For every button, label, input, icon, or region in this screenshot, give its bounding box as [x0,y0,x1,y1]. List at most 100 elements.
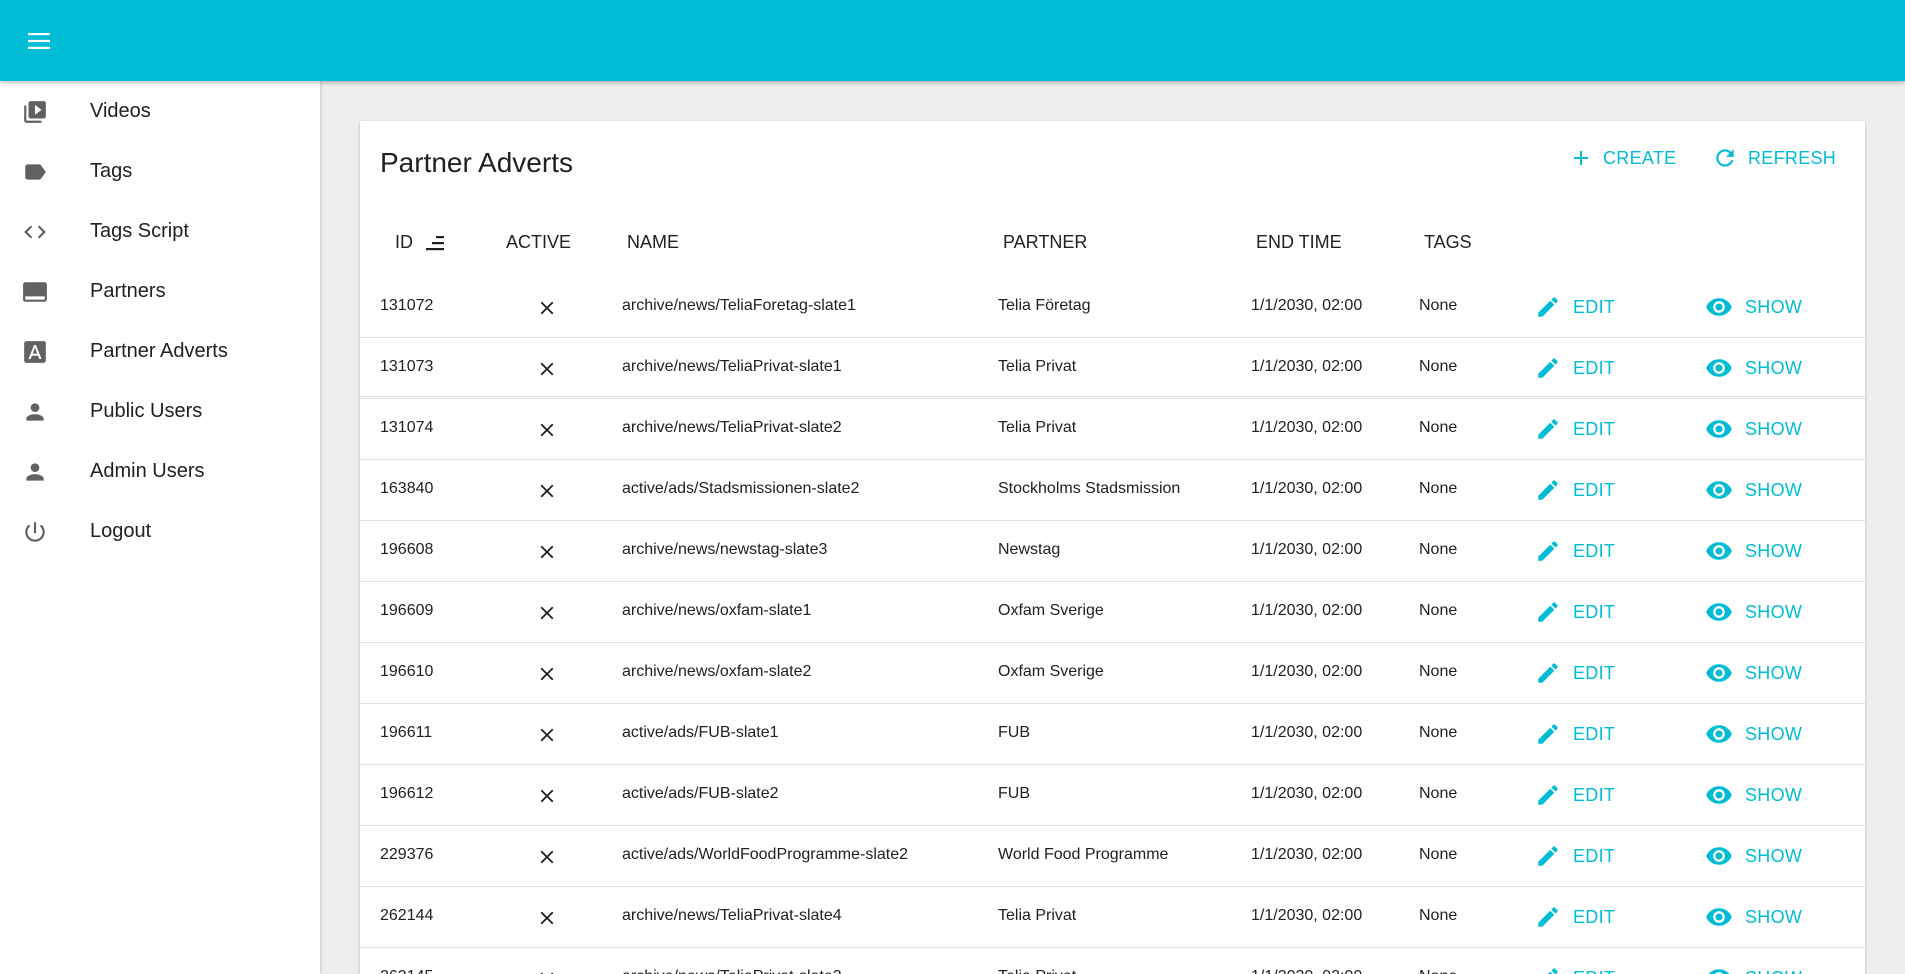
edit-button[interactable]: EDIT [1535,475,1615,505]
eye-icon [1706,420,1732,438]
table-row[interactable]: 262144 archive/news/TeliaPrivat-slate4 T… [360,887,1865,948]
table-row[interactable]: 196608 archive/news/newstag-slate3 Newst… [360,521,1865,582]
edit-button[interactable]: EDIT [1535,353,1615,383]
label-icon [22,159,48,185]
edit-button[interactable]: EDIT [1535,963,1615,974]
column-header-end-time[interactable]: END TIME [1256,232,1342,253]
cell-partner: Stockholms Stadsmission [998,480,1181,497]
cell-id: 196609 [380,602,434,619]
edit-button-label: EDIT [1573,723,1616,744]
eye-icon [1706,603,1732,621]
cell-end-time: 1/1/2030, 02:00 [1251,663,1363,680]
column-header-id[interactable]: ID [395,232,413,253]
cell-tags: None [1419,419,1458,436]
sidebar-item-tags-script[interactable]: Tags Script [0,201,320,261]
cell-name: archive/news/TeliaPrivat-slate4 [622,907,842,924]
refresh-button[interactable]: REFRESH [1712,141,1836,175]
cell-id: 229376 [380,846,434,863]
cell-end-time: 1/1/2030, 02:00 [1251,297,1363,314]
sidebar-item-partners[interactable]: Partners [0,261,320,321]
sidebar-item-label: Videos [90,99,151,122]
eye-icon [1706,725,1732,743]
edit-button[interactable]: EDIT [1535,902,1615,932]
show-button[interactable]: SHOW [1705,902,1802,932]
show-button[interactable]: SHOW [1705,536,1802,566]
sidebar-item-public-users[interactable]: Public Users [0,381,320,441]
sort-icon[interactable] [426,234,450,257]
table-row[interactable]: 196610 archive/news/oxfam-slate2 Oxfam S… [360,643,1865,704]
pencil-icon [1538,846,1558,866]
pencil-icon [1538,724,1558,744]
show-button[interactable]: SHOW [1705,963,1802,974]
close-icon [536,541,558,563]
cell-id: 196610 [380,663,434,680]
column-header-partner[interactable]: PARTNER [1003,232,1087,253]
edit-button[interactable]: EDIT [1535,719,1615,749]
sidebar-item-tags[interactable]: Tags [0,141,320,201]
cell-partner: Telia Privat [998,968,1076,974]
table-row[interactable]: 196611 active/ads/FUB-slate1 FUB 1/1/203… [360,704,1865,765]
table-row[interactable]: 262145 archive/news/TeliaPrivat-slate3 T… [360,948,1865,974]
pencil-icon [1538,785,1558,805]
edit-button[interactable]: EDIT [1535,841,1615,871]
edit-button[interactable]: EDIT [1535,536,1615,566]
cell-id: 163840 [380,480,434,497]
create-button[interactable]: CREATE [1569,141,1676,175]
edit-button-label: EDIT [1573,906,1616,927]
show-button[interactable]: SHOW [1705,292,1802,322]
refresh-button-label: REFRESH [1748,147,1837,168]
table-row[interactable]: 131072 archive/news/TeliaForetag-slate1 … [360,277,1865,338]
cell-tags: None [1419,541,1458,558]
cell-end-time: 1/1/2030, 02:00 [1251,907,1363,924]
cell-end-time: 1/1/2030, 02:00 [1251,541,1363,558]
edit-button[interactable]: EDIT [1535,597,1615,627]
table-row[interactable]: 196612 active/ads/FUB-slate2 FUB 1/1/203… [360,765,1865,826]
edit-button[interactable]: EDIT [1535,780,1615,810]
edit-button[interactable]: EDIT [1535,658,1615,688]
show-button-label: SHOW [1745,357,1803,378]
eye-icon [1706,359,1732,377]
column-header-name[interactable]: NAME [627,232,679,253]
column-header-tags[interactable]: TAGS [1424,232,1472,253]
table-row[interactable]: 196609 archive/news/oxfam-slate1 Oxfam S… [360,582,1865,643]
edit-button-label: EDIT [1573,479,1616,500]
sidebar-item-label: Public Users [90,399,203,422]
close-icon [536,907,558,929]
close-icon [536,663,558,685]
table-row[interactable]: 131074 archive/news/TeliaPrivat-slate2 T… [360,399,1865,460]
cell-name: archive/news/newstag-slate3 [622,541,828,558]
cell-name: active/ads/FUB-slate1 [622,724,779,741]
show-button[interactable]: SHOW [1705,719,1802,749]
cell-name: archive/news/TeliaPrivat-slate3 [622,968,842,974]
show-button[interactable]: SHOW [1705,597,1802,627]
edit-button-label: EDIT [1573,601,1616,622]
close-icon [536,480,558,502]
pencil-icon [1538,480,1558,500]
sidebar-item-logout[interactable]: Logout [0,501,320,561]
sidebar-item-admin-users[interactable]: Admin Users [0,441,320,501]
hamburger-menu-icon[interactable] [22,25,56,57]
show-button[interactable]: SHOW [1705,414,1802,444]
show-button[interactable]: SHOW [1705,475,1802,505]
show-button[interactable]: SHOW [1705,658,1802,688]
cell-id: 262144 [380,907,434,924]
pencil-icon [1538,663,1558,683]
sidebar-item-partner-adverts[interactable]: Partner Adverts [0,321,320,381]
column-header-active[interactable]: ACTIVE [506,232,571,253]
sidebar-item-label: Tags [90,159,133,182]
edit-button[interactable]: EDIT [1535,414,1615,444]
cell-name: active/ads/WorldFoodProgramme-slate2 [622,846,909,863]
show-button[interactable]: SHOW [1705,841,1802,871]
pencil-icon [1538,541,1558,561]
show-button[interactable]: SHOW [1705,353,1802,383]
table-row[interactable]: 131073 archive/news/TeliaPrivat-slate1 T… [360,338,1865,399]
cell-partner: Telia Företag [998,297,1091,314]
cell-tags: None [1419,663,1458,680]
close-icon [536,419,558,441]
show-button[interactable]: SHOW [1705,780,1802,810]
table-row[interactable]: 229376 active/ads/WorldFoodProgramme-sla… [360,826,1865,887]
sidebar-item-videos[interactable]: Videos [0,81,320,141]
cell-tags: None [1419,297,1458,314]
edit-button[interactable]: EDIT [1535,292,1615,322]
table-row[interactable]: 163840 active/ads/Stadsmissionen-slate2 … [360,460,1865,521]
